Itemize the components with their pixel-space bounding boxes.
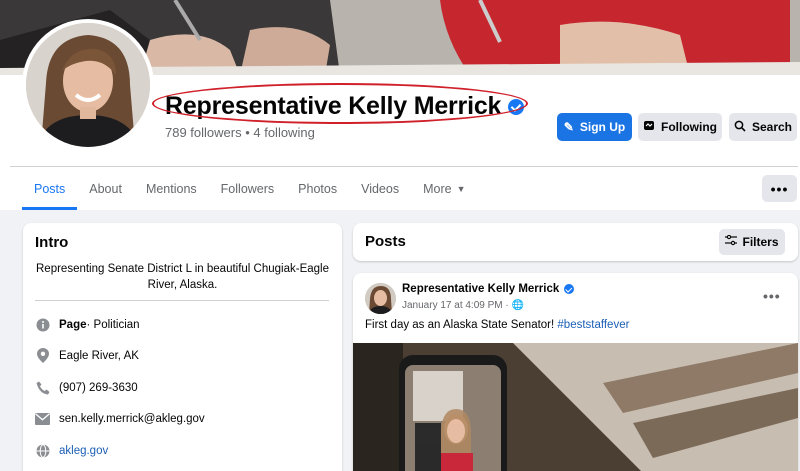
filters-label: Filters [742,235,779,249]
post-date-text: January 17 at 4:09 PM · [402,300,512,311]
post-author-label: Representative Kelly Merrick [402,283,560,295]
profile-header: Representative Kelly Merrick 789 followe… [0,0,800,210]
profile-page: Representative Kelly Merrick 789 followe… [0,0,800,471]
email-icon [35,411,50,426]
tab-label: About [89,182,122,196]
following-label: Following [661,120,717,134]
tab-label: Photos [298,182,338,196]
following-button[interactable]: Following [638,113,722,141]
filters-icon [725,234,738,249]
post-author-name[interactable]: Representative Kelly Merrick [402,283,575,295]
tab-label: Mentions [145,182,197,196]
phone-icon [35,380,50,395]
posts-header-card: Posts Filters [353,223,798,261]
more-options-button[interactable]: ••• [762,175,797,202]
search-label: Search [751,120,793,134]
search-button[interactable]: Search [729,113,797,141]
pencil-icon: ✎ [563,120,574,134]
posts-title: Posts [365,233,406,250]
location-text: Eagle River, AK [59,349,139,362]
info-website: akleg.gov [35,443,108,458]
post-hashtag[interactable]: #beststaffever [557,319,629,331]
phone-text: (907) 269-3630 [59,381,138,394]
tab-followers[interactable]: Followers [209,168,287,210]
post-card: Representative Kelly Merrick January 17 … [353,273,798,471]
website-link[interactable]: akleg.gov [59,445,108,457]
sign-up-button[interactable]: ✎ Sign Up [557,113,632,141]
tab-label: Posts [34,182,66,196]
tab-label: Videos [361,182,400,196]
post-photo[interactable] [353,343,798,471]
tab-mentions[interactable]: Mentions [134,168,209,210]
intro-title: Intro [35,234,69,251]
tab-photos[interactable]: Photos [286,168,349,210]
search-icon [734,120,746,134]
tab-more[interactable]: More ▼ [411,168,477,210]
profile-avatar[interactable] [26,23,150,147]
post-text-body: First day as an Alaska State Senator! [365,319,558,331]
tab-videos[interactable]: Videos [349,168,411,210]
messenger-icon [643,120,655,134]
verified-badge-icon [508,98,525,115]
intro-divider [35,300,329,301]
profile-tabs: Posts About Mentions Followers Photos Vi… [22,168,478,210]
intro-card: Intro Representing Senate District L in … [23,223,342,471]
header-divider [10,166,798,167]
public-globe-icon: 🌐 [511,300,524,311]
globe-icon [35,443,50,458]
filters-button[interactable]: Filters [719,229,785,255]
verified-badge-icon [564,284,575,294]
chevron-down-icon: ▼ [456,184,466,194]
location-pin-icon [35,348,50,363]
info-page-category: Page · Politician [35,317,140,332]
profile-name: Representative Kelly Merrick [165,92,502,120]
post-timestamp[interactable]: January 17 at 4:09 PM · 🌐 [402,300,524,311]
sign-up-label: Sign Up [579,120,626,134]
info-email: sen.kelly.merrick@akleg.gov [35,411,205,426]
info-phone: (907) 269-3630 [35,380,138,395]
tab-about[interactable]: About [77,168,134,210]
page-category: · Politician [86,318,140,331]
tab-posts[interactable]: Posts [22,168,78,210]
post-author-avatar[interactable] [365,283,396,314]
tab-label: Followers [220,182,275,196]
post-text: First day as an Alaska State Senator! #b… [365,319,629,331]
post-options-button[interactable]: ••• [763,288,781,304]
info-location: Eagle River, AK [35,348,139,363]
followers-count[interactable]: 789 followers • 4 following [165,125,315,140]
info-icon [35,317,50,332]
intro-bio: Representing Senate District L in beauti… [36,263,329,291]
tab-label: More [423,182,452,196]
profile-name-row: Representative Kelly Merrick [165,92,525,121]
email-text[interactable]: sen.kelly.merrick@akleg.gov [59,413,205,425]
page-label: Page [59,318,87,331]
